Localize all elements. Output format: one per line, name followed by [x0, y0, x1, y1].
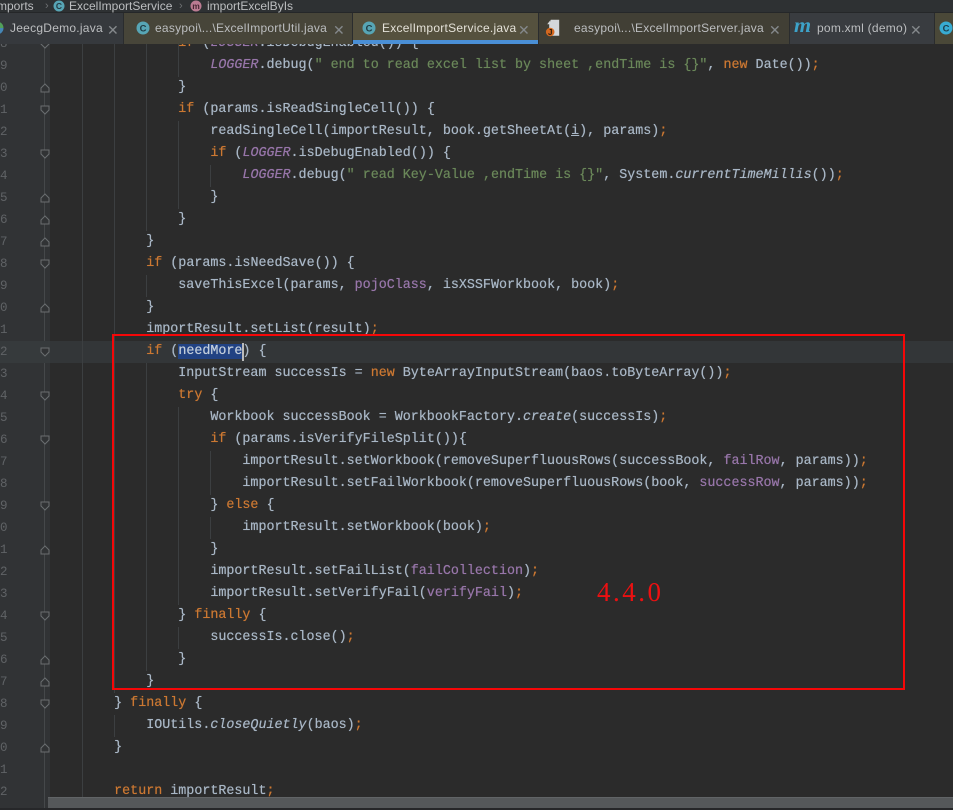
svg-text:C: C — [56, 1, 62, 11]
svg-text:C: C — [366, 24, 373, 35]
svg-text:m: m — [192, 1, 200, 11]
svg-text:C: C — [943, 24, 950, 35]
svg-text:C: C — [140, 24, 147, 35]
svg-text:J: J — [548, 28, 552, 37]
